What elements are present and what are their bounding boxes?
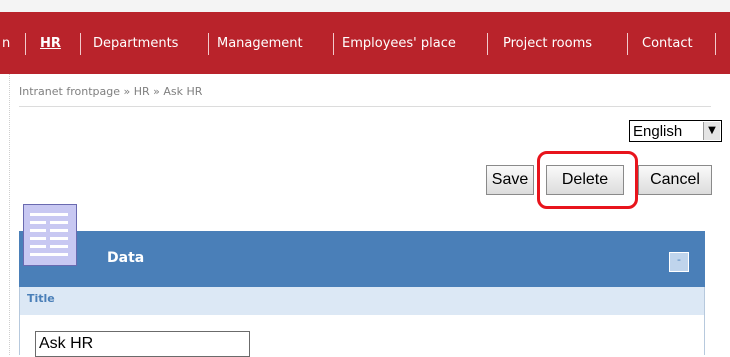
- dropdown-arrow-icon[interactable]: ▼: [703, 122, 720, 140]
- nav-separator: [627, 33, 628, 55]
- nav-separator: [208, 33, 209, 55]
- nav-item-departments[interactable]: Departments: [93, 36, 178, 51]
- breadcrumb-divider: [19, 106, 711, 107]
- nav-item-management[interactable]: Management: [217, 36, 303, 51]
- left-dotted-border: [9, 74, 10, 355]
- save-button[interactable]: Save: [486, 165, 534, 195]
- nav-separator: [25, 33, 26, 55]
- nav-separator: [487, 33, 488, 55]
- nav-item-contact[interactable]: Contact: [642, 36, 693, 51]
- nav-separator: [80, 33, 81, 55]
- nav-item-partial[interactable]: n: [2, 36, 10, 51]
- title-section-label: Title: [27, 292, 55, 305]
- delete-highlight-annotation: [537, 151, 638, 209]
- nav-item-hr[interactable]: HR: [40, 36, 61, 51]
- top-gap: [0, 0, 730, 12]
- language-select[interactable]: English ▼: [629, 120, 722, 142]
- title-input[interactable]: [35, 331, 250, 357]
- title-section-bar: [19, 287, 705, 315]
- nav-item-project-rooms[interactable]: Project rooms: [503, 36, 592, 51]
- cancel-button[interactable]: Cancel: [638, 165, 712, 195]
- nav-separator: [333, 33, 334, 55]
- language-selected-value: English: [633, 123, 683, 140]
- top-navigation: n HR Departments Management Employees' p…: [0, 12, 730, 74]
- document-list-icon: [23, 204, 77, 266]
- nav-separator: [715, 33, 716, 55]
- panel-title: Data: [107, 250, 145, 266]
- breadcrumb[interactable]: Intranet frontpage » HR » Ask HR: [19, 85, 202, 98]
- collapse-button[interactable]: -: [669, 252, 689, 272]
- nav-item-employees-place[interactable]: Employees' place: [342, 36, 456, 51]
